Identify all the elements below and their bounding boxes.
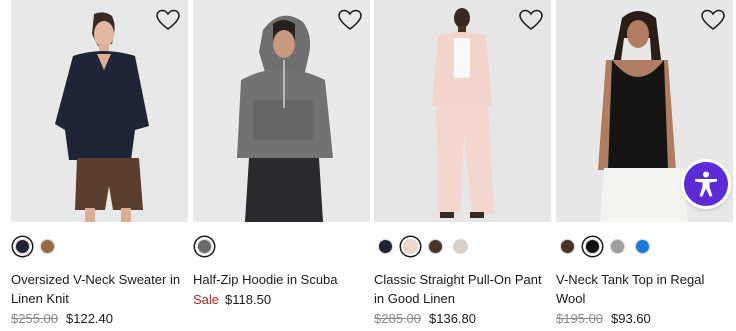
product-name[interactable]: Oversized V-Neck Sweater in Linen Knit bbox=[11, 270, 188, 308]
color-swatch[interactable] bbox=[378, 238, 393, 254]
original-price: $285.00 bbox=[374, 311, 421, 326]
product-price: $285.00 $136.80 bbox=[374, 311, 476, 327]
accessibility-button[interactable] bbox=[684, 162, 728, 206]
sale-label: Sale bbox=[193, 292, 220, 307]
color-swatch[interactable] bbox=[610, 238, 625, 254]
heart-outline-icon[interactable] bbox=[701, 9, 725, 31]
color-swatch[interactable] bbox=[585, 238, 600, 254]
current-price: $136.80 bbox=[429, 311, 476, 326]
current-price: $118.50 bbox=[225, 292, 272, 307]
heart-outline-icon[interactable] bbox=[338, 9, 362, 31]
accessibility-person-icon bbox=[695, 171, 717, 197]
color-swatch[interactable] bbox=[635, 238, 650, 254]
heart-outline-icon[interactable] bbox=[156, 9, 180, 31]
product-photo bbox=[193, 0, 370, 222]
product-name[interactable]: Classic Straight Pull-On Pant in Good Li… bbox=[374, 270, 551, 308]
color-swatches bbox=[15, 236, 65, 256]
original-price: $255.00 bbox=[11, 311, 58, 326]
color-swatch[interactable] bbox=[453, 238, 468, 254]
current-price: $93.60 bbox=[611, 311, 651, 326]
product-card[interactable]: Half-Zip Hoodie in Scuba Sale $118.50 bbox=[193, 0, 370, 307]
color-swatch[interactable] bbox=[15, 238, 30, 254]
product-image[interactable] bbox=[11, 0, 188, 222]
color-swatches bbox=[197, 236, 222, 256]
color-swatches bbox=[560, 236, 660, 256]
color-swatch[interactable] bbox=[560, 238, 575, 254]
product-photo bbox=[11, 0, 188, 222]
product-name[interactable]: V-Neck Tank Top in Regal Wool bbox=[556, 270, 733, 308]
product-image[interactable] bbox=[374, 0, 551, 222]
current-price: $122.40 bbox=[66, 311, 113, 326]
product-photo bbox=[374, 0, 551, 222]
original-price: $195.00 bbox=[556, 311, 603, 326]
color-swatch[interactable] bbox=[197, 238, 212, 254]
color-swatches bbox=[378, 236, 478, 256]
product-name[interactable]: Half-Zip Hoodie in Scuba bbox=[193, 270, 370, 289]
product-price: $195.00 $93.60 bbox=[556, 311, 651, 327]
product-image[interactable] bbox=[193, 0, 370, 222]
color-swatch[interactable] bbox=[403, 238, 418, 254]
heart-outline-icon[interactable] bbox=[519, 9, 543, 31]
product-price: $255.00 $122.40 bbox=[11, 311, 113, 327]
product-card[interactable]: Oversized V-Neck Sweater in Linen Knit $… bbox=[11, 0, 188, 326]
color-swatch[interactable] bbox=[428, 238, 443, 254]
color-swatch[interactable] bbox=[40, 238, 55, 254]
product-card[interactable]: Classic Straight Pull-On Pant in Good Li… bbox=[374, 0, 551, 326]
product-price: Sale $118.50 bbox=[193, 292, 271, 308]
